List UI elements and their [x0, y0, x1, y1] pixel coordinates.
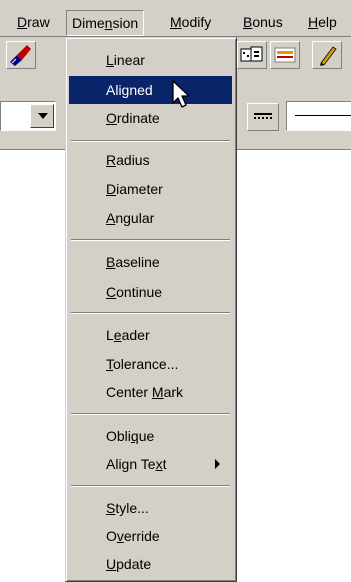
menu-item-ordinate[interactable]: Ordinate: [69, 104, 232, 132]
menu-item-style[interactable]: Style...: [69, 494, 232, 522]
chevron-right-icon: [215, 459, 220, 469]
mnemonic: M: [151, 384, 164, 400]
mnemonic: D: [106, 181, 117, 197]
menu-dimension[interactable]: Dimension: [66, 10, 145, 36]
menu-item-label: olerance...: [113, 356, 179, 372]
mnemonic: S: [106, 500, 116, 516]
layer-lock-icon-graphic: [240, 46, 263, 62]
menu-item-label: Align Te: [106, 456, 156, 472]
menu-item-oblique[interactable]: Oblique: [69, 422, 232, 450]
menu-item-leader[interactable]: Leader: [69, 321, 232, 349]
menu-item-label: pdate: [116, 556, 152, 572]
menu-item-angular[interactable]: Angular: [69, 204, 232, 232]
menu-help[interactable]: Help: [303, 12, 342, 32]
menu-item-override[interactable]: Override: [69, 522, 232, 550]
mnemonic: B: [106, 254, 116, 270]
menu-item-update[interactable]: Update: [69, 550, 232, 578]
menu-item-label: L: [106, 327, 114, 343]
menu-item-aligned[interactable]: Aligned: [69, 76, 232, 104]
menu-item-label: iameter: [116, 181, 163, 197]
mnemonic: L: [106, 52, 114, 68]
menu-item-label: erride: [123, 528, 160, 544]
menu-item-center-mark[interactable]: Center Mark: [69, 378, 232, 406]
mnemonic: O: [106, 110, 117, 126]
menu-item-label: O: [106, 528, 117, 544]
menu-item-diameter[interactable]: Diameter: [69, 175, 232, 203]
menu-separator: [71, 485, 230, 487]
menu-item-baseline[interactable]: Baseline: [69, 248, 232, 276]
menu-separator: [71, 140, 230, 142]
menu-label: onus: [252, 14, 283, 30]
menu-item-label: Center: [106, 384, 152, 400]
menu-item-label: adius: [116, 152, 150, 168]
mnemonic: A: [106, 210, 116, 226]
mnemonic: e: [113, 327, 122, 343]
menu-item-label: ue: [138, 428, 155, 444]
mnemonic: R: [106, 152, 117, 168]
menu-item-label: aseline: [115, 254, 160, 270]
mnemonic: x: [155, 456, 163, 472]
menu-item-label: ontinue: [116, 284, 163, 300]
paintbrush-icon-graphic: [10, 45, 31, 66]
menu-item-continue[interactable]: Continue: [69, 278, 232, 306]
menu-item-label: tyle...: [115, 500, 149, 516]
menu-draw[interactable]: Draw: [12, 12, 55, 32]
menu-item-label: ngular: [115, 210, 155, 226]
menu-separator: [71, 413, 230, 415]
menu-separator: [71, 239, 230, 241]
menu-item-align-text[interactable]: Align Text: [69, 450, 232, 478]
lineweight-icon[interactable]: [270, 41, 300, 69]
menu-item-label: ark: [163, 384, 184, 400]
mouse-pointer-icon: [172, 80, 190, 108]
mnemonic: D: [17, 14, 28, 30]
menu-modify[interactable]: Modify: [165, 12, 216, 32]
mnemonic: M: [170, 14, 182, 30]
layer-lock-icon[interactable]: [237, 41, 267, 69]
menu-separator: [71, 312, 230, 314]
menu-label: raw: [27, 14, 50, 30]
pencil-icon[interactable]: [312, 41, 342, 69]
menu-label: Dime: [72, 15, 105, 31]
menu-item-label: ader: [121, 327, 150, 343]
menu-bar: Draw Dimension Modify Bonus Help: [0, 0, 351, 37]
menu-label: odify: [181, 14, 212, 30]
menu-bonus[interactable]: Bonus: [238, 12, 288, 32]
menu-item-tolerance[interactable]: Tolerance...: [69, 350, 232, 378]
menu-item-linear[interactable]: Linear: [69, 46, 232, 74]
menu-item-label: Obli: [106, 428, 131, 444]
menu-label: elp: [318, 14, 337, 30]
menu-item-label: rdinate: [116, 110, 160, 126]
mnemonic: T: [106, 356, 113, 372]
menu-label: sion: [112, 15, 139, 31]
mnemonic: U: [106, 556, 117, 572]
mnemonic: v: [116, 528, 124, 544]
chevron-down-icon[interactable]: [30, 104, 54, 128]
linetype-combo[interactable]: [286, 101, 351, 131]
linetype-icon[interactable]: [247, 103, 279, 131]
mnemonic: B: [243, 14, 253, 30]
dimension-menu: Linear Aligned Ordinate Radius Diameter …: [65, 37, 237, 582]
menu-item-label: t: [162, 456, 167, 472]
mnemonic: H: [308, 14, 319, 30]
lineweight-icon-graphic: [274, 47, 296, 63]
linetype-icon-graphic: [254, 113, 272, 119]
menu-item-label: Aligned: [106, 82, 153, 98]
menu-item-radius[interactable]: Radius: [69, 146, 232, 174]
pencil-icon-graphic: [320, 46, 337, 66]
mnemonic: q: [130, 428, 139, 444]
menu-item-label: inear: [113, 52, 145, 68]
mnemonic: C: [106, 284, 117, 300]
paintbrush-icon[interactable]: [6, 41, 36, 69]
